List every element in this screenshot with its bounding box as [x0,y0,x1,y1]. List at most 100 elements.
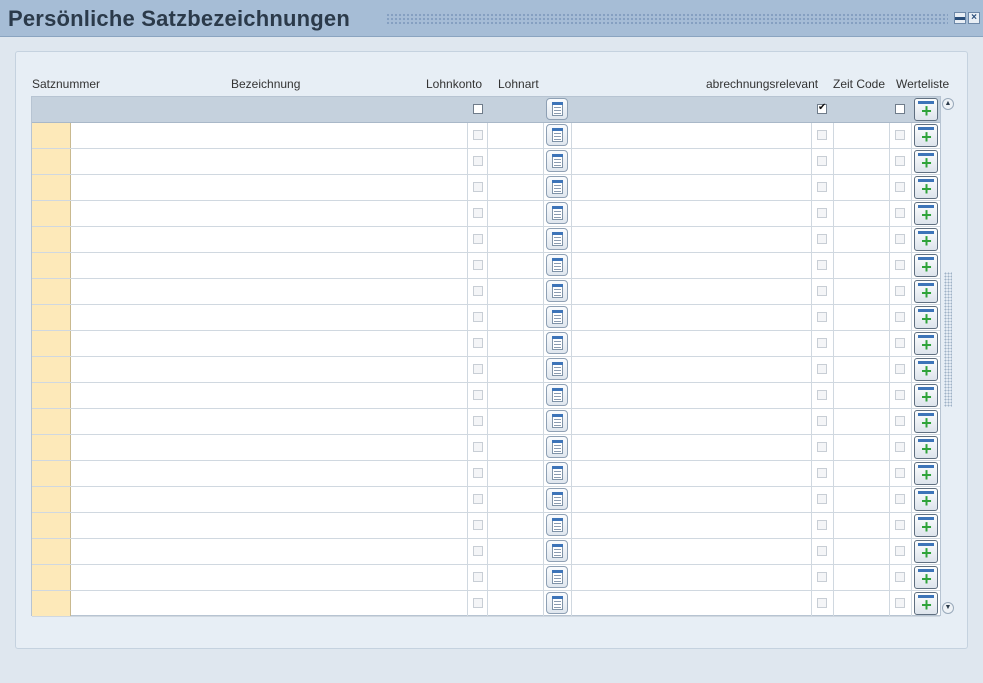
lohnkonto-checkbox[interactable] [473,416,483,426]
abrechnungsrelevant-checkbox[interactable] [817,390,827,400]
satznummer-field[interactable] [32,227,71,252]
werteliste-checkbox[interactable] [895,286,905,296]
lohnart-list-icon[interactable] [546,358,568,380]
lohnkonto-checkbox[interactable] [473,182,483,192]
bezeichnung-field[interactable] [71,591,468,616]
abrechnungsrelevant-checkbox[interactable] [817,546,827,556]
lohnart-field[interactable] [488,565,544,590]
lohnkonto-checkbox[interactable] [473,104,483,114]
satznummer-field[interactable] [32,175,71,200]
lohnart-field[interactable] [488,253,544,278]
abrechnungsrelevant-checkbox[interactable] [817,468,827,478]
lohnkonto-checkbox[interactable] [473,234,483,244]
lohnart-list-icon[interactable] [546,150,568,172]
zeit-code-field[interactable] [834,435,890,460]
lohnkonto-checkbox[interactable] [473,338,483,348]
zeit-code-field[interactable] [834,227,890,252]
lohnart-list-icon[interactable] [546,280,568,302]
add-werteliste-button[interactable]: + [914,462,938,485]
add-werteliste-button[interactable]: + [914,124,938,147]
lohnart-list-icon[interactable] [546,436,568,458]
lohnart-list-icon[interactable] [546,124,568,146]
werteliste-checkbox[interactable] [895,598,905,608]
satznummer-field[interactable] [32,97,71,122]
lohnart-field[interactable] [488,461,544,486]
zeit-code-field[interactable] [834,123,890,148]
abrechnungsrelevant-checkbox[interactable] [817,442,827,452]
abrechnungsrelevant-checkbox[interactable] [817,208,827,218]
zeit-code-field[interactable] [834,539,890,564]
zeit-code-field[interactable] [834,175,890,200]
scroll-up-icon[interactable]: ▲ [942,98,954,110]
zeit-code-field[interactable] [834,461,890,486]
zeit-code-field[interactable] [834,383,890,408]
lohnart-field[interactable] [488,357,544,382]
lohnart-list-icon[interactable] [546,384,568,406]
bezeichnung-field[interactable] [71,279,468,304]
lohnkonto-checkbox[interactable] [473,520,483,530]
bezeichnung-field[interactable] [71,539,468,564]
abrechnungsrelevant-checkbox[interactable] [817,102,827,114]
abrechnungsrelevant-checkbox[interactable] [817,312,827,322]
lohnart-list-icon[interactable] [546,566,568,588]
lohnkonto-checkbox[interactable] [473,598,483,608]
lohnart-field[interactable] [488,591,544,616]
werteliste-checkbox[interactable] [895,208,905,218]
zeit-code-field[interactable] [834,357,890,382]
abrechnungsrelevant-checkbox[interactable] [817,182,827,192]
satznummer-field[interactable] [32,539,71,564]
add-werteliste-button[interactable]: + [914,488,938,511]
abrechnungsrelevant-checkbox[interactable] [817,156,827,166]
lohnart-field[interactable] [488,435,544,460]
zeit-code-field[interactable] [834,97,890,122]
werteliste-checkbox[interactable] [895,572,905,582]
lohnart-field[interactable] [488,227,544,252]
lohnart-field[interactable] [488,539,544,564]
abrechnungsrelevant-checkbox[interactable] [817,520,827,530]
lohnart-list-icon[interactable] [546,410,568,432]
minimize-icon[interactable]: ▬ [954,12,966,24]
lohnart-field[interactable] [488,279,544,304]
abrechnungsrelevant-checkbox[interactable] [817,598,827,608]
werteliste-checkbox[interactable] [895,338,905,348]
bezeichnung-field[interactable] [71,201,468,226]
werteliste-checkbox[interactable] [895,182,905,192]
lohnart-list-icon[interactable] [546,202,568,224]
werteliste-checkbox[interactable] [895,468,905,478]
satznummer-field[interactable] [32,487,71,512]
lohnart-field[interactable] [488,487,544,512]
add-werteliste-button[interactable]: + [914,228,938,251]
add-werteliste-button[interactable]: + [914,514,938,537]
add-werteliste-button[interactable]: + [914,384,938,407]
bezeichnung-field[interactable] [71,513,468,538]
abrechnungsrelevant-checkbox[interactable] [817,234,827,244]
bezeichnung-field[interactable] [71,409,468,434]
werteliste-checkbox[interactable] [895,494,905,504]
add-werteliste-button[interactable]: + [914,592,938,615]
lohnart-field[interactable] [488,331,544,356]
zeit-code-field[interactable] [834,513,890,538]
werteliste-checkbox[interactable] [895,130,905,140]
bezeichnung-field[interactable] [71,305,468,330]
bezeichnung-field[interactable] [71,565,468,590]
werteliste-checkbox[interactable] [895,104,905,114]
lohnkonto-checkbox[interactable] [473,468,483,478]
satznummer-field[interactable] [32,357,71,382]
add-werteliste-button[interactable]: + [914,202,938,225]
vertical-scrollbar[interactable]: ▲ ▼ [941,97,955,615]
satznummer-field[interactable] [32,383,71,408]
bezeichnung-field[interactable] [71,357,468,382]
lohnart-list-icon[interactable] [546,254,568,276]
lohnart-field[interactable] [488,149,544,174]
abrechnungsrelevant-checkbox[interactable] [817,286,827,296]
add-werteliste-button[interactable]: + [914,566,938,589]
lohnart-list-icon[interactable] [546,540,568,562]
lohnart-field[interactable] [488,513,544,538]
lohnart-field[interactable] [488,383,544,408]
werteliste-checkbox[interactable] [895,546,905,556]
add-werteliste-button[interactable]: + [914,254,938,277]
add-werteliste-button[interactable]: + [914,410,938,433]
satznummer-field[interactable] [32,435,71,460]
lohnkonto-checkbox[interactable] [473,286,483,296]
zeit-code-field[interactable] [834,253,890,278]
